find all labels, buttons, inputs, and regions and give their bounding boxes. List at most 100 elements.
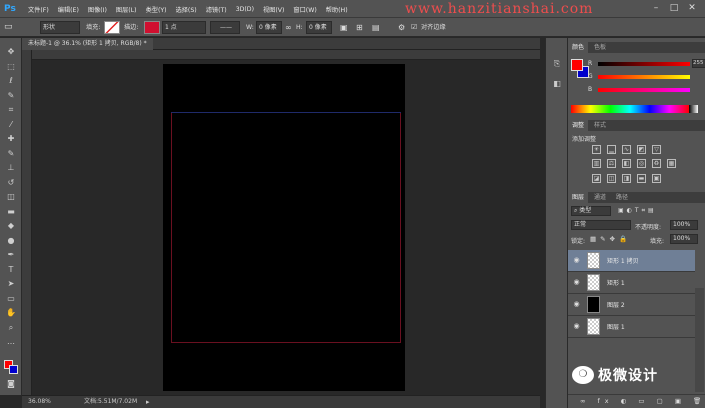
- minimize-icon[interactable]: –: [650, 2, 662, 14]
- blur-tool-icon[interactable]: ◆: [5, 220, 17, 231]
- levels-icon[interactable]: ▁: [607, 145, 616, 154]
- layer-row[interactable]: ◉ 矩形 1: [568, 272, 695, 294]
- marquee-tool-icon[interactable]: ⬚: [5, 61, 17, 72]
- menu-item[interactable]: 文件(F): [28, 5, 49, 14]
- fill-swatch[interactable]: [104, 21, 120, 34]
- stamp-tool-icon[interactable]: ⊥: [5, 162, 17, 173]
- color-lookup-icon[interactable]: ▦: [667, 159, 676, 168]
- threshold-icon[interactable]: ◨: [622, 174, 631, 183]
- history-icon[interactable]: ⎘: [551, 58, 563, 70]
- eye-icon[interactable]: ◉: [572, 300, 581, 309]
- red-value-field[interactable]: 255: [692, 59, 705, 68]
- tab-channels[interactable]: 通道: [590, 192, 610, 203]
- selective-color-icon[interactable]: ▣: [652, 174, 661, 183]
- channel-mixer-icon[interactable]: ♻: [652, 159, 661, 168]
- hand-tool-icon[interactable]: ✋: [5, 307, 17, 318]
- layer-row[interactable]: ◉ 图层 1: [568, 316, 695, 338]
- dodge-tool-icon[interactable]: ●: [5, 235, 17, 246]
- color-spectrum[interactable]: [571, 105, 689, 113]
- blend-mode-select[interactable]: 正常: [571, 220, 631, 230]
- stroke-swatch[interactable]: [144, 21, 160, 34]
- shape-mode-select[interactable]: 形状: [40, 21, 80, 34]
- menu-item[interactable]: 图像(I): [88, 5, 107, 14]
- blue-slider[interactable]: [598, 88, 690, 92]
- stroke-size-field[interactable]: 1 点: [162, 21, 206, 34]
- tab-paths[interactable]: 路径: [612, 192, 632, 203]
- menu-item[interactable]: 选择(S): [176, 5, 197, 14]
- lock-icons[interactable]: ▦✎✥🔒: [590, 235, 631, 243]
- status-menu-icon[interactable]: ▸: [146, 396, 150, 408]
- opacity-field[interactable]: 100%: [670, 220, 698, 230]
- hue-saturation-icon[interactable]: ▥: [592, 159, 601, 168]
- menu-item[interactable]: 3D(D): [236, 6, 254, 13]
- menu-item[interactable]: 帮助(H): [326, 5, 348, 14]
- more-tools-icon[interactable]: …: [5, 336, 17, 347]
- vibrance-icon[interactable]: ▽: [652, 145, 661, 154]
- menu-item[interactable]: 滤镜(T): [206, 5, 227, 14]
- lasso-tool-icon[interactable]: ℓ: [5, 75, 17, 86]
- layer-filter-select[interactable]: ⌕ 类型: [571, 206, 611, 216]
- color-balance-icon[interactable]: ⚖: [607, 159, 616, 168]
- tab-swatches[interactable]: 色板: [590, 42, 610, 53]
- properties-icon[interactable]: ◧: [551, 78, 563, 90]
- layer-row[interactable]: ◉ 矩形 1 拷贝: [568, 250, 695, 272]
- quick-select-tool-icon[interactable]: ✎: [5, 90, 17, 101]
- eye-icon[interactable]: ◉: [572, 256, 581, 265]
- align-edges-checkbox[interactable]: ☑: [411, 21, 417, 34]
- zoom-readout[interactable]: 36.08%: [28, 396, 51, 408]
- zoom-tool-icon[interactable]: ⌕: [5, 322, 17, 333]
- menu-item[interactable]: 类型(Y): [146, 5, 167, 14]
- tab-layers[interactable]: 图层: [568, 192, 589, 203]
- menu-item[interactable]: 窗口(W): [293, 5, 316, 14]
- path-ops-icon[interactable]: ▣: [340, 21, 348, 34]
- width-field[interactable]: 0 像素: [256, 21, 282, 34]
- doc-size-readout[interactable]: 文档:5.51M/7.02M: [84, 396, 137, 408]
- black-white-icon[interactable]: ◧: [622, 159, 631, 168]
- foreground-color-swatch[interactable]: [571, 59, 583, 71]
- brightness-icon[interactable]: ☀: [592, 145, 601, 154]
- move-tool-icon[interactable]: ✥: [5, 46, 17, 57]
- eyedropper-tool-icon[interactable]: ⁄: [5, 119, 17, 130]
- eraser-tool-icon[interactable]: ◫: [5, 191, 17, 202]
- curves-icon[interactable]: ∿: [622, 145, 631, 154]
- photo-filter-icon[interactable]: ◎: [637, 159, 646, 168]
- gradient-tool-icon[interactable]: ▬: [5, 206, 17, 217]
- pen-tool-icon[interactable]: ✒: [5, 249, 17, 260]
- eye-icon[interactable]: ◉: [572, 278, 581, 287]
- history-brush-icon[interactable]: ↺: [5, 177, 17, 188]
- tab-styles[interactable]: 样式: [590, 120, 610, 131]
- document-tab[interactable]: 未标题-1 @ 36.1% (矩形 1 拷贝, RGB/8) *: [22, 38, 153, 50]
- type-tool-icon[interactable]: T: [5, 264, 17, 275]
- stroke-type-select[interactable]: ——: [210, 21, 240, 34]
- path-align-icon[interactable]: ⊞: [356, 21, 363, 34]
- path-select-tool-icon[interactable]: ➤: [5, 278, 17, 289]
- fill-field[interactable]: 100%: [670, 234, 698, 244]
- gradient-map-icon[interactable]: ▬: [637, 174, 646, 183]
- layers-footer-buttons[interactable]: ∞ fx ◐ ▭ ▢ ▣ 🗑: [580, 397, 705, 405]
- layers-scrollbar[interactable]: [695, 288, 704, 392]
- green-slider[interactable]: [598, 75, 690, 79]
- shape-tool-icon[interactable]: ▭: [5, 293, 17, 304]
- layer-filter-icons[interactable]: ▣◐T⌗▤: [618, 207, 657, 215]
- height-field[interactable]: 0 像素: [306, 21, 332, 34]
- maximize-icon[interactable]: □: [668, 2, 680, 14]
- healing-tool-icon[interactable]: ✚: [5, 133, 17, 144]
- grayscale-ramp[interactable]: [689, 105, 698, 113]
- invert-icon[interactable]: ◪: [592, 174, 601, 183]
- link-icon[interactable]: ∞: [285, 21, 292, 34]
- brush-tool-icon[interactable]: ✎: [5, 148, 17, 159]
- close-icon[interactable]: ✕: [686, 2, 698, 14]
- quick-mask-icon[interactable]: ◙: [5, 378, 17, 389]
- exposure-icon[interactable]: ◩: [637, 145, 646, 154]
- red-slider[interactable]: [598, 62, 690, 66]
- menu-item[interactable]: 图层(L): [116, 5, 137, 14]
- path-arrange-icon[interactable]: ▤: [372, 21, 380, 34]
- menu-item[interactable]: 编辑(E): [58, 5, 79, 14]
- layer-row[interactable]: ◉ 图层 2: [568, 294, 695, 316]
- tab-adjustments[interactable]: 调整: [568, 120, 589, 131]
- menu-item[interactable]: 视图(V): [263, 5, 284, 14]
- tab-color[interactable]: 颜色: [568, 42, 589, 53]
- gear-icon[interactable]: ⚙: [398, 21, 405, 34]
- eye-icon[interactable]: ◉: [572, 322, 581, 331]
- crop-tool-icon[interactable]: ⌗: [5, 104, 17, 115]
